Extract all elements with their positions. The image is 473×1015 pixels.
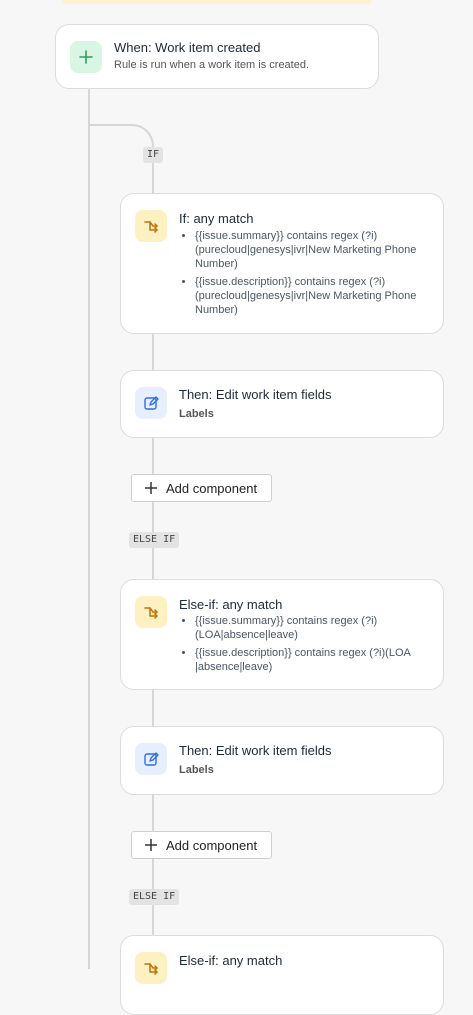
then-action-card[interactable]: Then: Edit work item fields Labels	[120, 726, 444, 795]
else-if-badge: ELSE IF	[129, 889, 180, 905]
if-condition-card[interactable]: If: any match {{issue.summary}} contains…	[120, 193, 444, 334]
main-connector-line	[88, 88, 90, 969]
if-badge: IF	[143, 147, 164, 163]
if-title: If: any match	[179, 211, 254, 226]
then-title: Then: Edit work item fields	[179, 387, 332, 402]
trigger-title: When: Work item created	[114, 40, 261, 55]
then-action-card[interactable]: Then: Edit work item fields Labels	[120, 370, 444, 438]
add-component-button[interactable]: Add component	[131, 474, 273, 502]
trigger-card[interactable]: When: Work item created Rule is run when…	[55, 24, 379, 89]
else-if-badge: ELSE IF	[129, 532, 180, 548]
branch-icon	[135, 952, 167, 984]
if-conditions-list: {{issue.summary}} contains regex (?i)(pu…	[179, 229, 425, 321]
plus-icon	[144, 481, 158, 495]
branch-icon	[135, 210, 167, 242]
condition-item: {{issue.summary}} contains regex (?i)(pu…	[195, 229, 425, 271]
then-field-label: Labels	[179, 764, 214, 776]
edit-icon	[135, 387, 167, 419]
then-title: Then: Edit work item fields	[179, 743, 332, 758]
add-component-label: Add component	[166, 837, 258, 853]
then-field-label: Labels	[179, 408, 214, 420]
else-if-conditions-list: {{issue.summary}} contains regex (?i)(LO…	[179, 614, 425, 678]
trigger-subtitle: Rule is run when a work item is created.	[114, 59, 310, 71]
branch-icon	[135, 596, 167, 628]
plus-icon	[70, 41, 102, 73]
condition-item: {{issue.description}} contains regex (?i…	[195, 275, 425, 317]
else-if-title: Else-if: any match	[179, 597, 283, 612]
top-banner	[62, 0, 372, 4]
else-if-condition-card[interactable]: Else-if: any match	[120, 935, 444, 1015]
add-component-button[interactable]: Add component	[131, 831, 273, 859]
add-component-label: Add component	[166, 480, 258, 496]
edit-icon	[135, 743, 167, 775]
else-if-condition-card[interactable]: Else-if: any match {{issue.summary}} con…	[120, 579, 444, 690]
condition-item: {{issue.summary}} contains regex (?i)(LO…	[195, 614, 425, 642]
plus-icon	[144, 838, 158, 852]
condition-item: {{issue.description}} contains regex (?i…	[195, 646, 425, 674]
else-if-title: Else-if: any match	[179, 953, 283, 968]
